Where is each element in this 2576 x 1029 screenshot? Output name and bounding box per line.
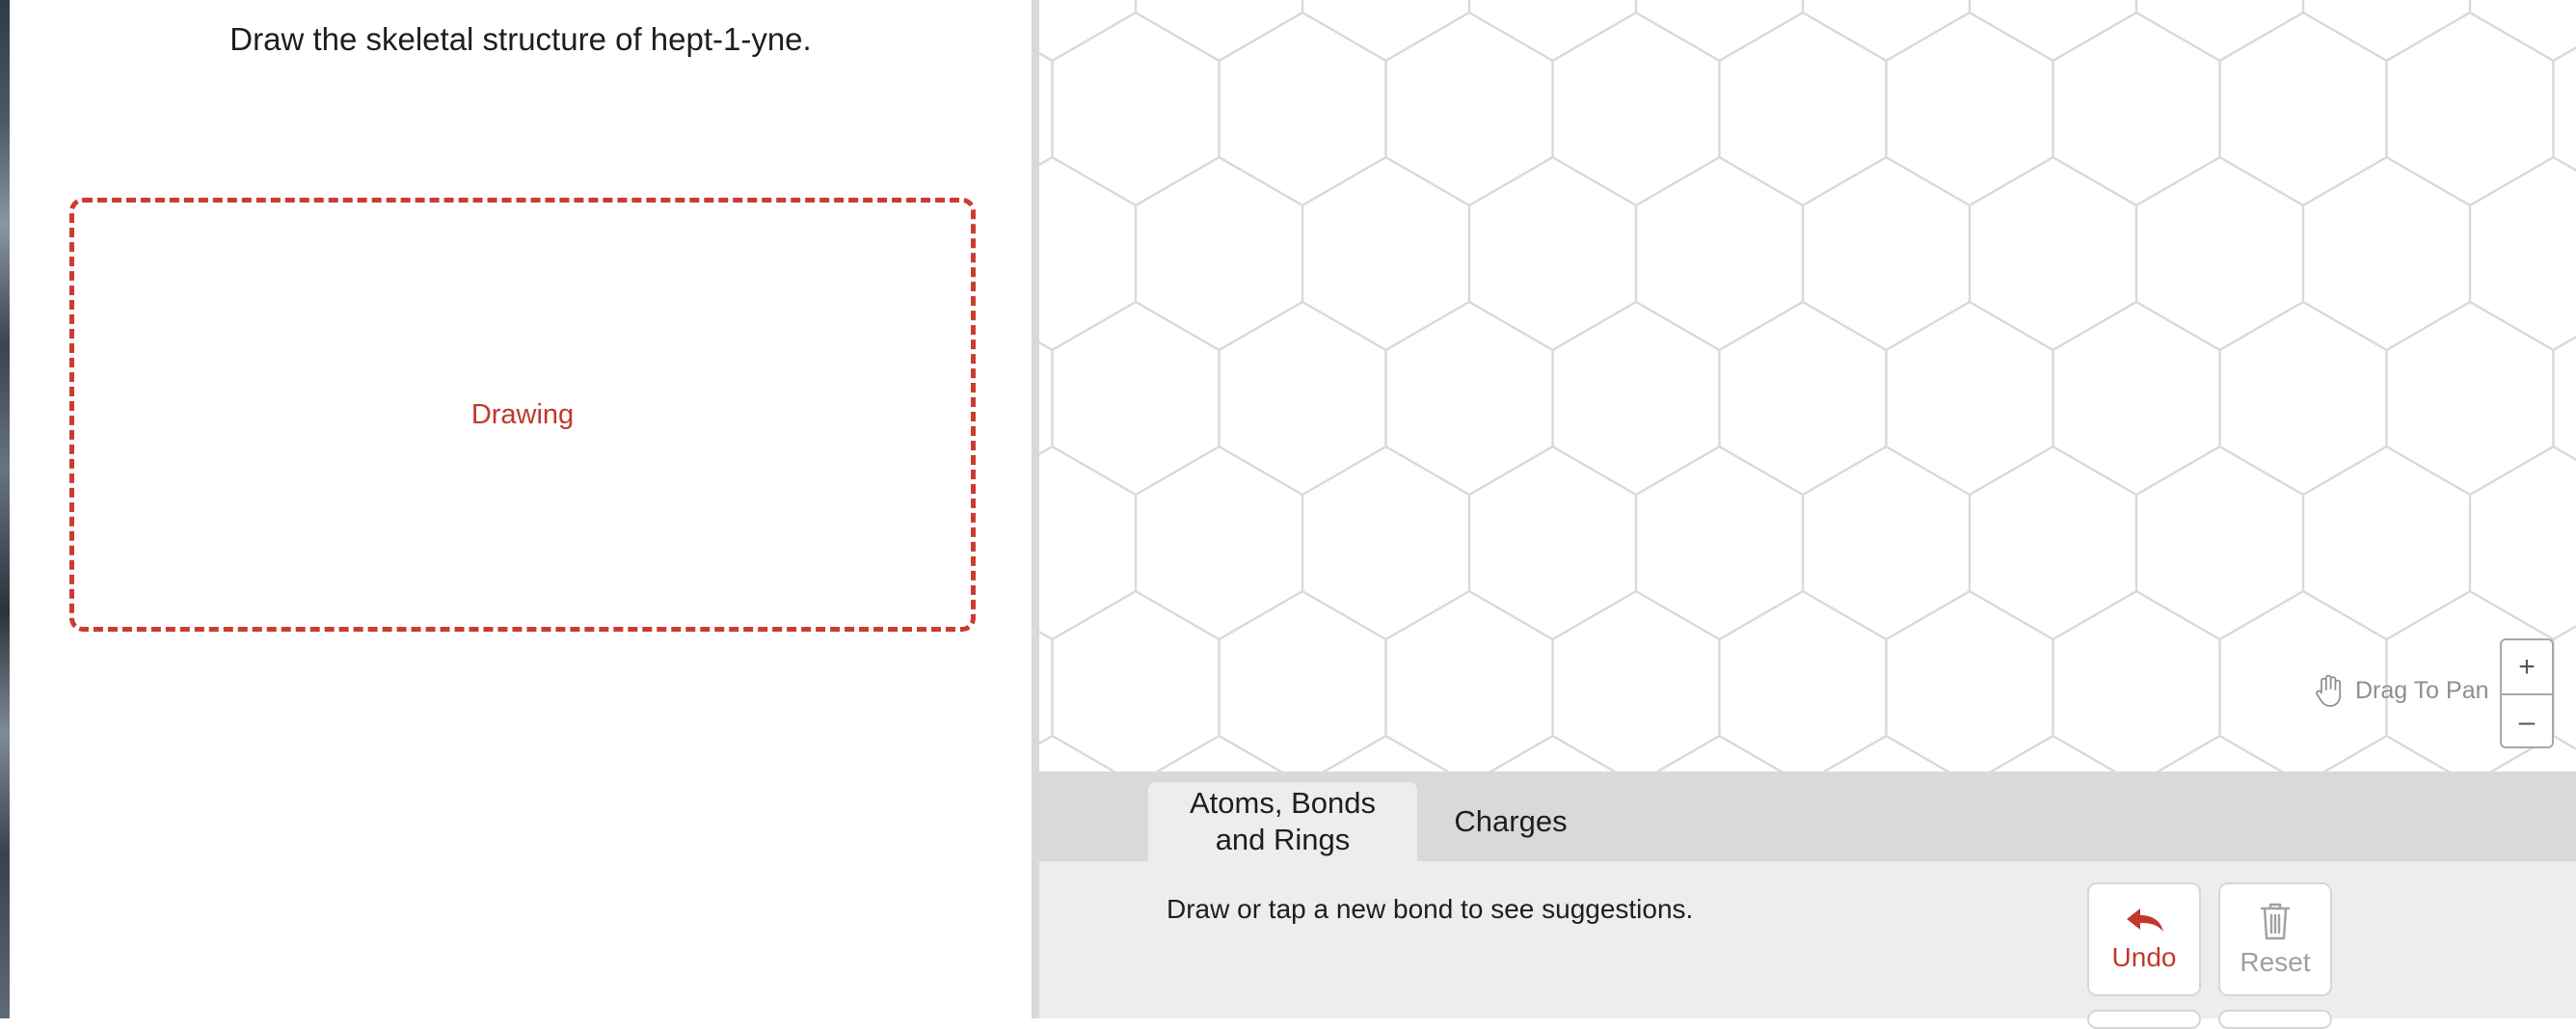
zoom-controls: + – xyxy=(2500,638,2554,748)
panel-divider[interactable] xyxy=(1032,0,1039,1018)
zoom-out-button[interactable]: – xyxy=(2502,693,2552,746)
undo-button[interactable]: Undo xyxy=(2087,882,2201,996)
drag-to-pan-hint: Drag To Pan xyxy=(2313,672,2489,709)
suggestion-hint: Draw or tap a new bond to see suggestion… xyxy=(1167,894,1694,924)
undo-arrow-icon xyxy=(2127,908,2163,932)
trash-icon xyxy=(2260,903,2291,940)
tab-atoms-label-line2: and Rings xyxy=(1215,823,1351,856)
tool-button-partial[interactable] xyxy=(2218,1010,2332,1029)
tool-button-partial[interactable] xyxy=(2087,1010,2201,1029)
undo-label: Undo xyxy=(2111,942,2177,972)
zoom-in-button[interactable]: + xyxy=(2502,640,2552,693)
drawing-box-label: Drawing xyxy=(470,398,575,430)
drawing-canvas[interactable]: Drag To Pan + – xyxy=(1039,0,2576,772)
reset-label: Reset xyxy=(2240,947,2311,977)
tab-atoms-label-line1: Atoms, Bonds xyxy=(1190,786,1376,820)
toolbar-tab-strip: Atoms, Bonds and Rings Charges xyxy=(1039,772,2576,861)
drawing-answer-box[interactable]: Drawing xyxy=(69,198,976,632)
reset-button[interactable]: Reset xyxy=(2218,882,2332,996)
hex-grid xyxy=(1039,0,2576,772)
tab-atoms-bonds-rings[interactable]: Atoms, Bonds and Rings xyxy=(1148,782,1417,861)
hex-grid-lines xyxy=(1039,0,2576,772)
question-prompt: Draw the skeletal structure of hept-1-yn… xyxy=(229,21,812,57)
drawing-toolbar: Atoms, Bonds and Rings Charges Draw or t… xyxy=(1039,772,2576,1029)
question-panel: Draw the skeletal structure of hept-1-yn… xyxy=(10,0,1032,1018)
tab-charges[interactable]: Charges xyxy=(1438,782,1583,861)
hand-icon xyxy=(2316,674,2342,707)
background-photo-strip xyxy=(0,0,10,1018)
pan-hint-label: Drag To Pan xyxy=(2355,676,2489,704)
